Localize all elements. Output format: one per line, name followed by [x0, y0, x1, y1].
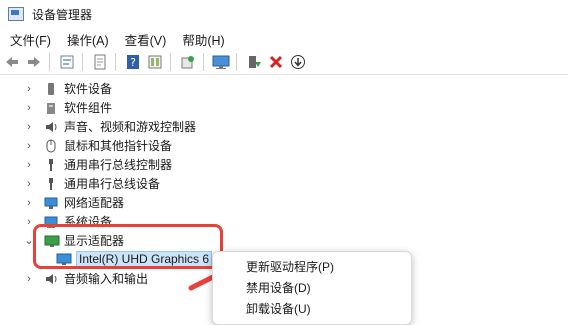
chevron-right-icon[interactable]: › [24, 158, 34, 172]
tree-node-label: 鼠标和其他指针设备 [64, 139, 173, 153]
disable-icon[interactable] [288, 52, 308, 72]
svg-text:?: ? [130, 56, 136, 69]
uninstall-icon[interactable] [266, 52, 286, 72]
tree-node-usb-devices[interactable]: › 通用串行总线设备 [24, 174, 160, 193]
title-bar: 设备管理器 [0, 0, 568, 28]
speaker-icon [44, 120, 58, 134]
uninstall-device-menu-item[interactable]: 卸载设备(U) [246, 300, 311, 317]
chevron-right-icon[interactable]: › [24, 82, 34, 96]
menu-file[interactable]: 文件(F) [4, 30, 57, 49]
chevron-right-icon[interactable]: › [24, 272, 34, 286]
toolbar-divider [82, 53, 83, 71]
menu-view[interactable]: 查看(V) [119, 30, 173, 49]
menu-bar: 文件(F) 操作(A) 查看(V) 帮助(H) [0, 28, 568, 50]
toolbar-divider [115, 53, 116, 71]
tree-node-label: 软件组件 [64, 101, 113, 115]
toolbar-divider [236, 53, 237, 71]
scan-hardware-icon[interactable] [178, 52, 198, 72]
tree-node-label: 网络适配器 [64, 196, 125, 210]
tree-node-label: 声音、视频和游戏控制器 [64, 120, 197, 134]
tree-node-label: 软件设备 [64, 82, 113, 96]
toolbar: ? [0, 50, 568, 75]
help-icon[interactable]: ? [123, 52, 143, 72]
usb-icon [44, 177, 58, 191]
tree-node-software-devices[interactable]: › 软件设备 [24, 79, 112, 98]
context-menu: 更新驱动程序(P) 禁用设备(D) 卸载设备(U) [212, 251, 412, 325]
tree-node-label: 通用串行总线设备 [64, 177, 161, 191]
menu-action[interactable]: 操作(A) [61, 30, 115, 49]
chevron-right-icon[interactable]: › [24, 196, 34, 210]
forward-arrow-icon[interactable] [24, 52, 44, 72]
properties-icon[interactable] [57, 52, 77, 72]
tree-node-mice[interactable]: › 鼠标和其他指针设备 [24, 136, 172, 155]
window-title: 设备管理器 [32, 7, 93, 22]
tree-node-usb-controllers[interactable]: › 通用串行总线控制器 [24, 155, 172, 174]
update-driver-menu-item[interactable]: 更新驱动程序(P) [246, 258, 334, 275]
toolbar-divider [170, 53, 171, 71]
software-component-icon [44, 101, 58, 115]
toolbar-divider [49, 53, 50, 71]
update-driver-icon[interactable] [244, 52, 264, 72]
chevron-right-icon[interactable]: › [24, 139, 34, 153]
mouse-icon [44, 139, 58, 153]
tree-node-audio-io[interactable]: › 音频输入和输出 [24, 269, 148, 288]
tree-node-label: 通用串行总线控制器 [64, 158, 173, 172]
network-adapter-icon [44, 196, 58, 210]
tree-node-network-adapters[interactable]: › 网络适配器 [24, 193, 124, 212]
chevron-right-icon[interactable]: › [24, 177, 34, 191]
help-doc-icon[interactable] [90, 52, 110, 72]
software-device-icon [44, 82, 58, 96]
speaker-icon [44, 272, 58, 286]
tree-node-sound-video-game[interactable]: › 声音、视频和游戏控制器 [24, 117, 196, 136]
tree-node-software-components[interactable]: › 软件组件 [24, 98, 112, 117]
back-arrow-icon[interactable] [2, 52, 22, 72]
monitor-icon[interactable] [211, 52, 231, 72]
show-hidden-icon[interactable] [145, 52, 165, 72]
usb-icon [44, 158, 58, 172]
chevron-right-icon[interactable]: › [24, 120, 34, 134]
toolbar-divider [203, 53, 204, 71]
menu-help[interactable]: 帮助(H) [176, 30, 230, 49]
disable-device-menu-item[interactable]: 禁用设备(D) [246, 279, 311, 296]
chevron-right-icon[interactable]: › [24, 101, 34, 115]
device-manager-icon [8, 7, 24, 21]
tree-node-label: 音频输入和输出 [64, 272, 149, 286]
chevron-right-icon[interactable]: › [24, 215, 34, 229]
